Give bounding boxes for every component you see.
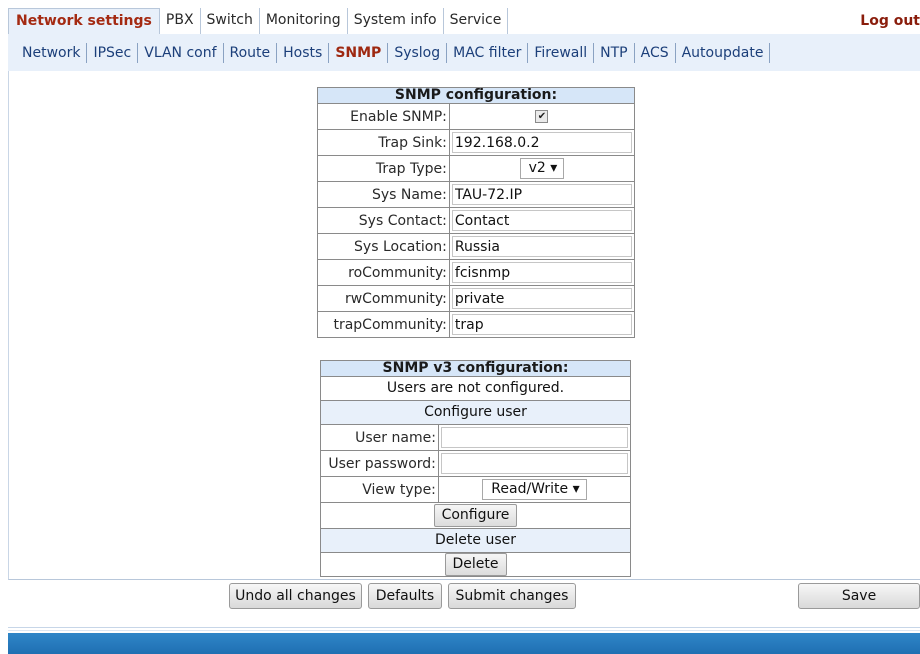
main-content: SNMP configuration: Enable SNMP: ✔ Trap … (8, 71, 920, 580)
user-password-label: User password: (320, 450, 439, 477)
sys-name-input[interactable] (451, 184, 632, 205)
trap-type-label: Trap Type: (317, 155, 450, 182)
trap-community-label: trapCommunity: (317, 311, 450, 338)
dropdown-arrow-icon: ▾ (572, 481, 580, 497)
top-tab-pbx[interactable]: PBX (160, 8, 201, 34)
sub-menu: Network IPSec VLAN conf Route Hosts SNMP… (8, 34, 920, 71)
sub-tab-ntp[interactable]: NTP (594, 42, 635, 63)
footer-divider (8, 627, 920, 628)
trap-sink-input[interactable] (451, 132, 632, 153)
submit-changes-button[interactable]: Submit changes (448, 583, 576, 609)
trap-type-value: v2 (528, 160, 546, 176)
ro-community-input[interactable] (451, 262, 632, 283)
configure-user-header: Configure user (320, 400, 631, 425)
user-name-input[interactable] (440, 427, 628, 448)
delete-user-header: Delete user (320, 528, 631, 553)
snmpv3-config-title: SNMP v3 configuration: (320, 360, 631, 377)
enable-snmp-label: Enable SNMP: (317, 103, 450, 130)
sub-tab-vlan-conf[interactable]: VLAN conf (138, 42, 224, 63)
sys-contact-input[interactable] (451, 210, 632, 231)
top-tab-network-settings[interactable]: Network settings (8, 8, 160, 34)
save-button[interactable]: Save (798, 583, 920, 609)
sub-tab-ipsec[interactable]: IPSec (87, 42, 139, 63)
users-not-configured-note: Users are not configured. (320, 376, 631, 401)
view-type-label: View type: (320, 476, 439, 503)
top-tab-system-info[interactable]: System info (348, 8, 444, 34)
trap-type-select[interactable]: v2 ▾ (519, 158, 565, 179)
sub-tab-syslog[interactable]: Syslog (388, 42, 448, 63)
sub-menu-bar: Network IPSec VLAN conf Route Hosts SNMP… (8, 34, 920, 72)
sub-tab-acs[interactable]: ACS (635, 42, 676, 63)
sub-tab-autoupdate[interactable]: Autoupdate (676, 42, 771, 63)
rw-community-label: rwCommunity: (317, 285, 450, 312)
dropdown-arrow-icon: ▾ (550, 160, 558, 176)
top-tab-switch[interactable]: Switch (201, 8, 260, 34)
trap-community-input[interactable] (451, 314, 632, 335)
sub-tab-network[interactable]: Network (8, 42, 88, 63)
user-name-label: User name: (320, 424, 439, 451)
configure-button[interactable]: Configure (433, 504, 518, 527)
view-type-value: Read/Write (491, 481, 569, 497)
rw-community-input[interactable] (451, 288, 632, 309)
delete-button[interactable]: Delete (444, 553, 507, 576)
sys-location-label: Sys Location: (317, 233, 450, 260)
view-type-select[interactable]: Read/Write ▾ (482, 479, 587, 500)
undo-all-changes-button[interactable]: Undo all changes (229, 583, 362, 609)
top-tab-monitoring[interactable]: Monitoring (260, 8, 348, 34)
top-menu: Network settings PBX Switch Monitoring S… (8, 8, 920, 34)
sub-tab-firewall[interactable]: Firewall (528, 42, 595, 63)
footer-divider (8, 630, 920, 631)
sys-location-input[interactable] (451, 236, 632, 257)
sub-tab-hosts[interactable]: Hosts (277, 42, 330, 63)
top-menu-bar: Network settings PBX Switch Monitoring S… (8, 8, 920, 35)
logout-link[interactable]: Log out (860, 8, 920, 34)
snmp-config-title: SNMP configuration: (317, 87, 635, 104)
ro-community-label: roCommunity: (317, 259, 450, 286)
sys-contact-label: Sys Contact: (317, 207, 450, 234)
sub-tab-route[interactable]: Route (224, 42, 278, 63)
sys-name-label: Sys Name: (317, 181, 450, 208)
footer-band (8, 633, 920, 654)
sub-tab-mac-filter[interactable]: MAC filter (447, 42, 529, 63)
snmp-config-table: SNMP configuration: Enable SNMP: ✔ Trap … (317, 87, 636, 338)
defaults-button[interactable]: Defaults (368, 583, 442, 609)
user-password-input[interactable] (440, 453, 628, 474)
top-tab-service[interactable]: Service (444, 8, 509, 34)
enable-snmp-checkbox[interactable]: ✔ (535, 110, 549, 123)
trap-sink-label: Trap Sink: (317, 129, 450, 156)
sub-tab-snmp[interactable]: SNMP (329, 42, 389, 63)
snmpv3-config-table: SNMP v3 configuration: Users are not con… (320, 360, 632, 577)
